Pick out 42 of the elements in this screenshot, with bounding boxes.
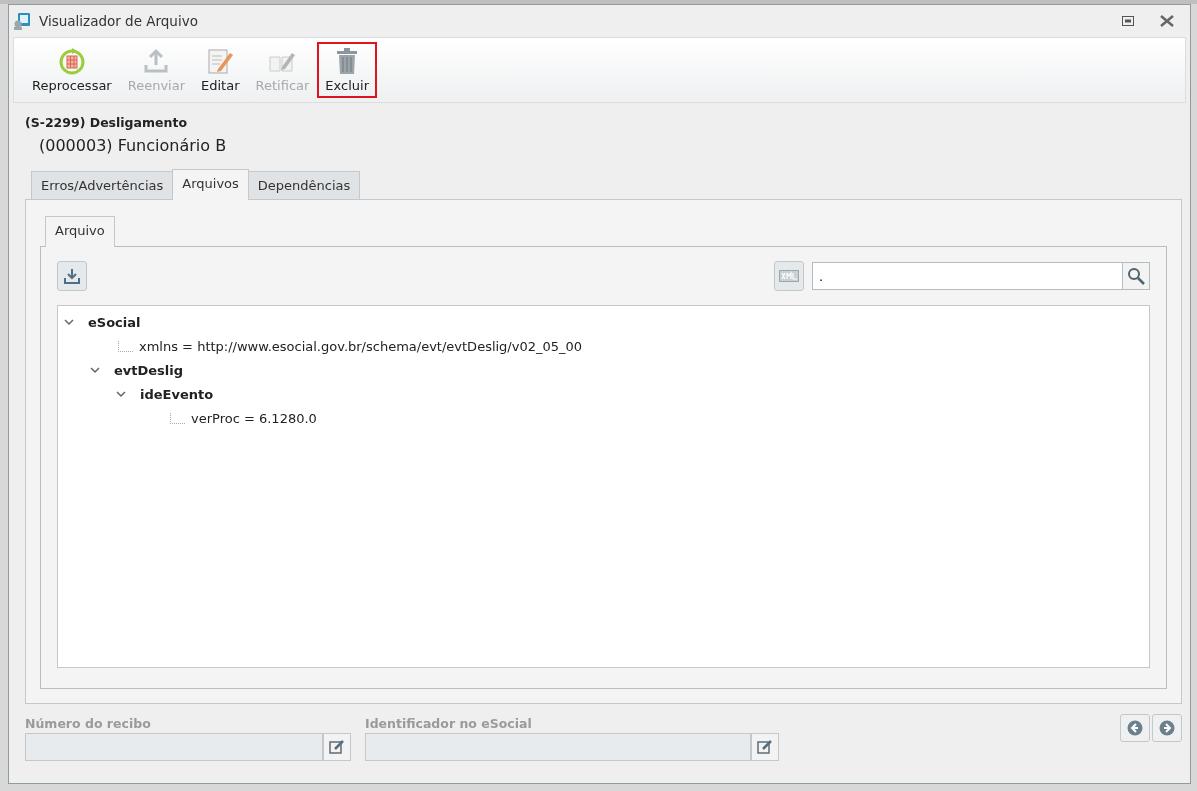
tree-node[interactable]: eSocial: [88, 314, 141, 330]
tree-node[interactable]: xmlns = http://www.esocial.gov.br/schema/evt/evtDeslig/v02_05_00: [139, 338, 583, 354]
edit-icon: [757, 739, 773, 755]
toolbar-button[interactable]: Excluir: [317, 42, 377, 98]
restore-icon[interactable]: [1122, 16, 1134, 26]
xml-icon: [779, 270, 799, 282]
chevron-icon[interactable]: [90, 366, 100, 374]
input-field[interactable]: [365, 733, 751, 761]
toolbar-button[interactable]: Editar: [193, 42, 248, 98]
toolbar-button[interactable]: Reprocessar: [24, 42, 120, 98]
tab[interactable]: Arquivos: [172, 169, 249, 200]
edit-icon: [329, 739, 345, 755]
search-field[interactable]: .: [812, 262, 1122, 290]
arrow-right-icon: [1159, 720, 1175, 736]
tab[interactable]: Dependências: [247, 171, 361, 199]
search-icon[interactable]: [1127, 267, 1145, 285]
next-button[interactable]: [1152, 714, 1182, 742]
input-field[interactable]: [25, 733, 323, 761]
field-label: Identificador no eSocial: [365, 716, 533, 731]
edit-button[interactable]: [323, 733, 351, 761]
employee-name: (000003) Funcionário B: [39, 136, 228, 155]
tab[interactable]: Erros/Advertências: [31, 171, 174, 199]
event-title: (S-2299) Desligamento: [25, 115, 188, 130]
edit-button[interactable]: [751, 733, 779, 761]
download-icon: [64, 268, 80, 284]
calculator-refresh-icon: [57, 47, 86, 75]
chevron-icon[interactable]: [116, 390, 126, 398]
window-title: Visualizador de Arquivo: [39, 13, 198, 29]
arrow-left-icon: [1127, 720, 1143, 736]
tree-node[interactable]: verProc = 6.1280.0: [191, 410, 317, 426]
chevron-icon[interactable]: [64, 318, 74, 326]
previous-button[interactable]: [1120, 714, 1150, 742]
tab[interactable]: Arquivo: [45, 216, 115, 247]
document-pencil-icon: [206, 47, 235, 75]
upload-icon: [142, 47, 171, 75]
field-label: Número do recibo: [25, 716, 152, 731]
tree-node[interactable]: evtDeslig: [114, 362, 184, 378]
close-icon[interactable]: [1160, 15, 1174, 27]
document-viewer-icon: [13, 12, 31, 30]
download-button[interactable]: [57, 261, 87, 291]
trash-icon: [335, 47, 360, 75]
tree-node[interactable]: ideEvento: [140, 386, 214, 402]
